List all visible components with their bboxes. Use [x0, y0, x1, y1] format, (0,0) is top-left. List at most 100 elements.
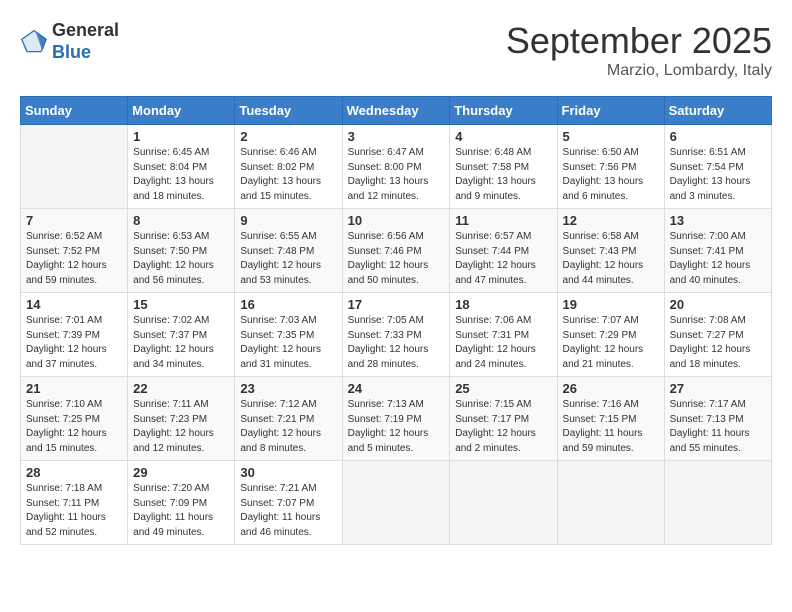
- day-info: Sunrise: 6:51 AM Sunset: 7:54 PM Dayligh…: [670, 146, 766, 204]
- week-row-4: 21 Sunrise: 7:10 AM Sunset: 7:25 PM Dayli…: [21, 377, 772, 461]
- cell-w1-d6: 5 Sunrise: 6:50 AM Sunset: 7:56 PM Daylig…: [557, 125, 664, 209]
- cell-w2-d3: 9 Sunrise: 6:55 AM Sunset: 7:48 PM Daylig…: [235, 209, 342, 293]
- day-number: 22: [133, 381, 229, 396]
- cell-w4-d4: 24Sunrise: 7:13 AM Sunset: 7:19 PM Dayli…: [342, 377, 450, 461]
- page-header: General Blue September 2025 Marzio, Lomb…: [20, 20, 772, 80]
- cell-w1-d4: 3 Sunrise: 6:47 AM Sunset: 8:00 PM Daylig…: [342, 125, 450, 209]
- cell-w4-d7: 27 Sunrise: 7:17 AM Sunset: 7:13 PM Dayli…: [664, 377, 771, 461]
- day-info: Sunrise: 7:15 AM Sunset: 7:17 PM Dayligh…: [455, 398, 551, 456]
- cell-w3-d2: 15 Sunrise: 7:02 AM Sunset: 7:37 PM Dayli…: [128, 293, 235, 377]
- day-number: 26: [563, 381, 659, 396]
- cell-w1-d1: [21, 125, 128, 209]
- day-number: 20: [670, 297, 766, 312]
- cell-w1-d5: 4 Sunrise: 6:48 AM Sunset: 7:58 PM Daylig…: [450, 125, 557, 209]
- cell-w1-d2: 1 Sunrise: 6:45 AM Sunset: 8:04 PM Daylig…: [128, 125, 235, 209]
- day-info: Sunrise: 6:57 AM Sunset: 7:44 PM Dayligh…: [455, 230, 551, 288]
- day-info: Sunrise: 6:55 AM Sunset: 7:48 PM Dayligh…: [240, 230, 336, 288]
- day-number: 28: [26, 465, 122, 480]
- day-info: Sunrise: 7:00 AM Sunset: 7:41 PM Dayligh…: [670, 230, 766, 288]
- cell-w5-d5: [450, 461, 557, 545]
- day-info: Sunrise: 7:16 AM Sunset: 7:15 PM Dayligh…: [563, 398, 659, 456]
- cell-w5-d6: [557, 461, 664, 545]
- day-info: Sunrise: 6:50 AM Sunset: 7:56 PM Dayligh…: [563, 146, 659, 204]
- day-number: 4: [455, 129, 551, 144]
- week-row-1: 1 Sunrise: 6:45 AM Sunset: 8:04 PM Daylig…: [21, 125, 772, 209]
- calendar: Sunday Monday Tuesday Wednesday Thursday…: [20, 96, 772, 545]
- cell-w2-d1: 7 Sunrise: 6:52 AM Sunset: 7:52 PM Daylig…: [21, 209, 128, 293]
- day-number: 15: [133, 297, 229, 312]
- day-info: Sunrise: 7:20 AM Sunset: 7:09 PM Dayligh…: [133, 482, 229, 540]
- day-info: Sunrise: 7:03 AM Sunset: 7:35 PM Dayligh…: [240, 314, 336, 372]
- cell-w3-d1: 14 Sunrise: 7:01 AM Sunset: 7:39 PM Dayli…: [21, 293, 128, 377]
- cell-w3-d7: 20 Sunrise: 7:08 AM Sunset: 7:27 PM Dayli…: [664, 293, 771, 377]
- cell-w3-d3: 16 Sunrise: 7:03 AM Sunset: 7:35 PM Dayli…: [235, 293, 342, 377]
- week-row-5: 28 Sunrise: 7:18 AM Sunset: 7:11 PM Dayli…: [21, 461, 772, 545]
- day-number: 1: [133, 129, 229, 144]
- day-info: Sunrise: 7:02 AM Sunset: 7:37 PM Dayligh…: [133, 314, 229, 372]
- col-friday: Friday: [557, 97, 664, 125]
- cell-w5-d2: 29 Sunrise: 7:20 AM Sunset: 7:09 PM Dayli…: [128, 461, 235, 545]
- location: Marzio, Lombardy, Italy: [506, 62, 772, 80]
- col-thursday: Thursday: [450, 97, 557, 125]
- col-wednesday: Wednesday: [342, 97, 450, 125]
- day-number: 3: [348, 129, 445, 144]
- day-info: Sunrise: 7:08 AM Sunset: 7:27 PM Dayligh…: [670, 314, 766, 372]
- week-row-2: 7 Sunrise: 6:52 AM Sunset: 7:52 PM Daylig…: [21, 209, 772, 293]
- cell-w2-d7: 13 Sunrise: 7:00 AM Sunset: 7:41 PM Dayli…: [664, 209, 771, 293]
- day-info: Sunrise: 7:06 AM Sunset: 7:31 PM Dayligh…: [455, 314, 551, 372]
- cell-w5-d1: 28 Sunrise: 7:18 AM Sunset: 7:11 PM Dayli…: [21, 461, 128, 545]
- day-info: Sunrise: 7:10 AM Sunset: 7:25 PM Dayligh…: [26, 398, 122, 456]
- day-info: Sunrise: 6:47 AM Sunset: 8:00 PM Dayligh…: [348, 146, 445, 204]
- day-info: Sunrise: 7:07 AM Sunset: 7:29 PM Dayligh…: [563, 314, 659, 372]
- day-info: Sunrise: 7:01 AM Sunset: 7:39 PM Dayligh…: [26, 314, 122, 372]
- day-info: Sunrise: 6:48 AM Sunset: 7:58 PM Dayligh…: [455, 146, 551, 204]
- day-number: 13: [670, 213, 766, 228]
- week-row-3: 14 Sunrise: 7:01 AM Sunset: 7:39 PM Dayli…: [21, 293, 772, 377]
- day-number: 21: [26, 381, 122, 396]
- cell-w5-d3: 30 Sunrise: 7:21 AM Sunset: 7:07 PM Dayli…: [235, 461, 342, 545]
- day-number: 30: [240, 465, 336, 480]
- day-info: Sunrise: 7:05 AM Sunset: 7:33 PM Dayligh…: [348, 314, 445, 372]
- logo-icon: [20, 28, 48, 56]
- day-number: 23: [240, 381, 336, 396]
- day-number: 7: [26, 213, 122, 228]
- month-title: September 2025: [506, 20, 772, 62]
- day-info: Sunrise: 7:13 AM Sunset: 7:19 PM Dayligh…: [348, 398, 445, 456]
- day-number: 6: [670, 129, 766, 144]
- cell-w4-d5: 25Sunrise: 7:15 AM Sunset: 7:17 PM Dayli…: [450, 377, 557, 461]
- day-info: Sunrise: 7:18 AM Sunset: 7:11 PM Dayligh…: [26, 482, 122, 540]
- day-info: Sunrise: 6:53 AM Sunset: 7:50 PM Dayligh…: [133, 230, 229, 288]
- day-info: Sunrise: 6:46 AM Sunset: 8:02 PM Dayligh…: [240, 146, 336, 204]
- day-info: Sunrise: 7:17 AM Sunset: 7:13 PM Dayligh…: [670, 398, 766, 456]
- col-tuesday: Tuesday: [235, 97, 342, 125]
- day-number: 18: [455, 297, 551, 312]
- cell-w3-d6: 19 Sunrise: 7:07 AM Sunset: 7:29 PM Dayli…: [557, 293, 664, 377]
- day-info: Sunrise: 6:52 AM Sunset: 7:52 PM Dayligh…: [26, 230, 122, 288]
- day-info: Sunrise: 6:56 AM Sunset: 7:46 PM Dayligh…: [348, 230, 445, 288]
- day-info: Sunrise: 7:11 AM Sunset: 7:23 PM Dayligh…: [133, 398, 229, 456]
- day-number: 2: [240, 129, 336, 144]
- day-number: 10: [348, 213, 445, 228]
- day-number: 8: [133, 213, 229, 228]
- day-info: Sunrise: 7:21 AM Sunset: 7:07 PM Dayligh…: [240, 482, 336, 540]
- day-number: 29: [133, 465, 229, 480]
- cell-w2-d5: 11Sunrise: 6:57 AM Sunset: 7:44 PM Dayli…: [450, 209, 557, 293]
- cell-w5-d4: [342, 461, 450, 545]
- day-number: 5: [563, 129, 659, 144]
- day-number: 16: [240, 297, 336, 312]
- cell-w5-d7: [664, 461, 771, 545]
- day-number: 12: [563, 213, 659, 228]
- day-number: 27: [670, 381, 766, 396]
- day-number: 19: [563, 297, 659, 312]
- day-info: Sunrise: 7:12 AM Sunset: 7:21 PM Dayligh…: [240, 398, 336, 456]
- day-info: Sunrise: 6:45 AM Sunset: 8:04 PM Dayligh…: [133, 146, 229, 204]
- cell-w1-d3: 2 Sunrise: 6:46 AM Sunset: 8:02 PM Daylig…: [235, 125, 342, 209]
- day-number: 9: [240, 213, 336, 228]
- cell-w4-d2: 22 Sunrise: 7:11 AM Sunset: 7:23 PM Dayli…: [128, 377, 235, 461]
- day-number: 17: [348, 297, 445, 312]
- cell-w2-d6: 12 Sunrise: 6:58 AM Sunset: 7:43 PM Dayli…: [557, 209, 664, 293]
- day-info: Sunrise: 6:58 AM Sunset: 7:43 PM Dayligh…: [563, 230, 659, 288]
- day-number: 14: [26, 297, 122, 312]
- calendar-header-row: Sunday Monday Tuesday Wednesday Thursday…: [21, 97, 772, 125]
- logo-text: General Blue: [52, 20, 119, 63]
